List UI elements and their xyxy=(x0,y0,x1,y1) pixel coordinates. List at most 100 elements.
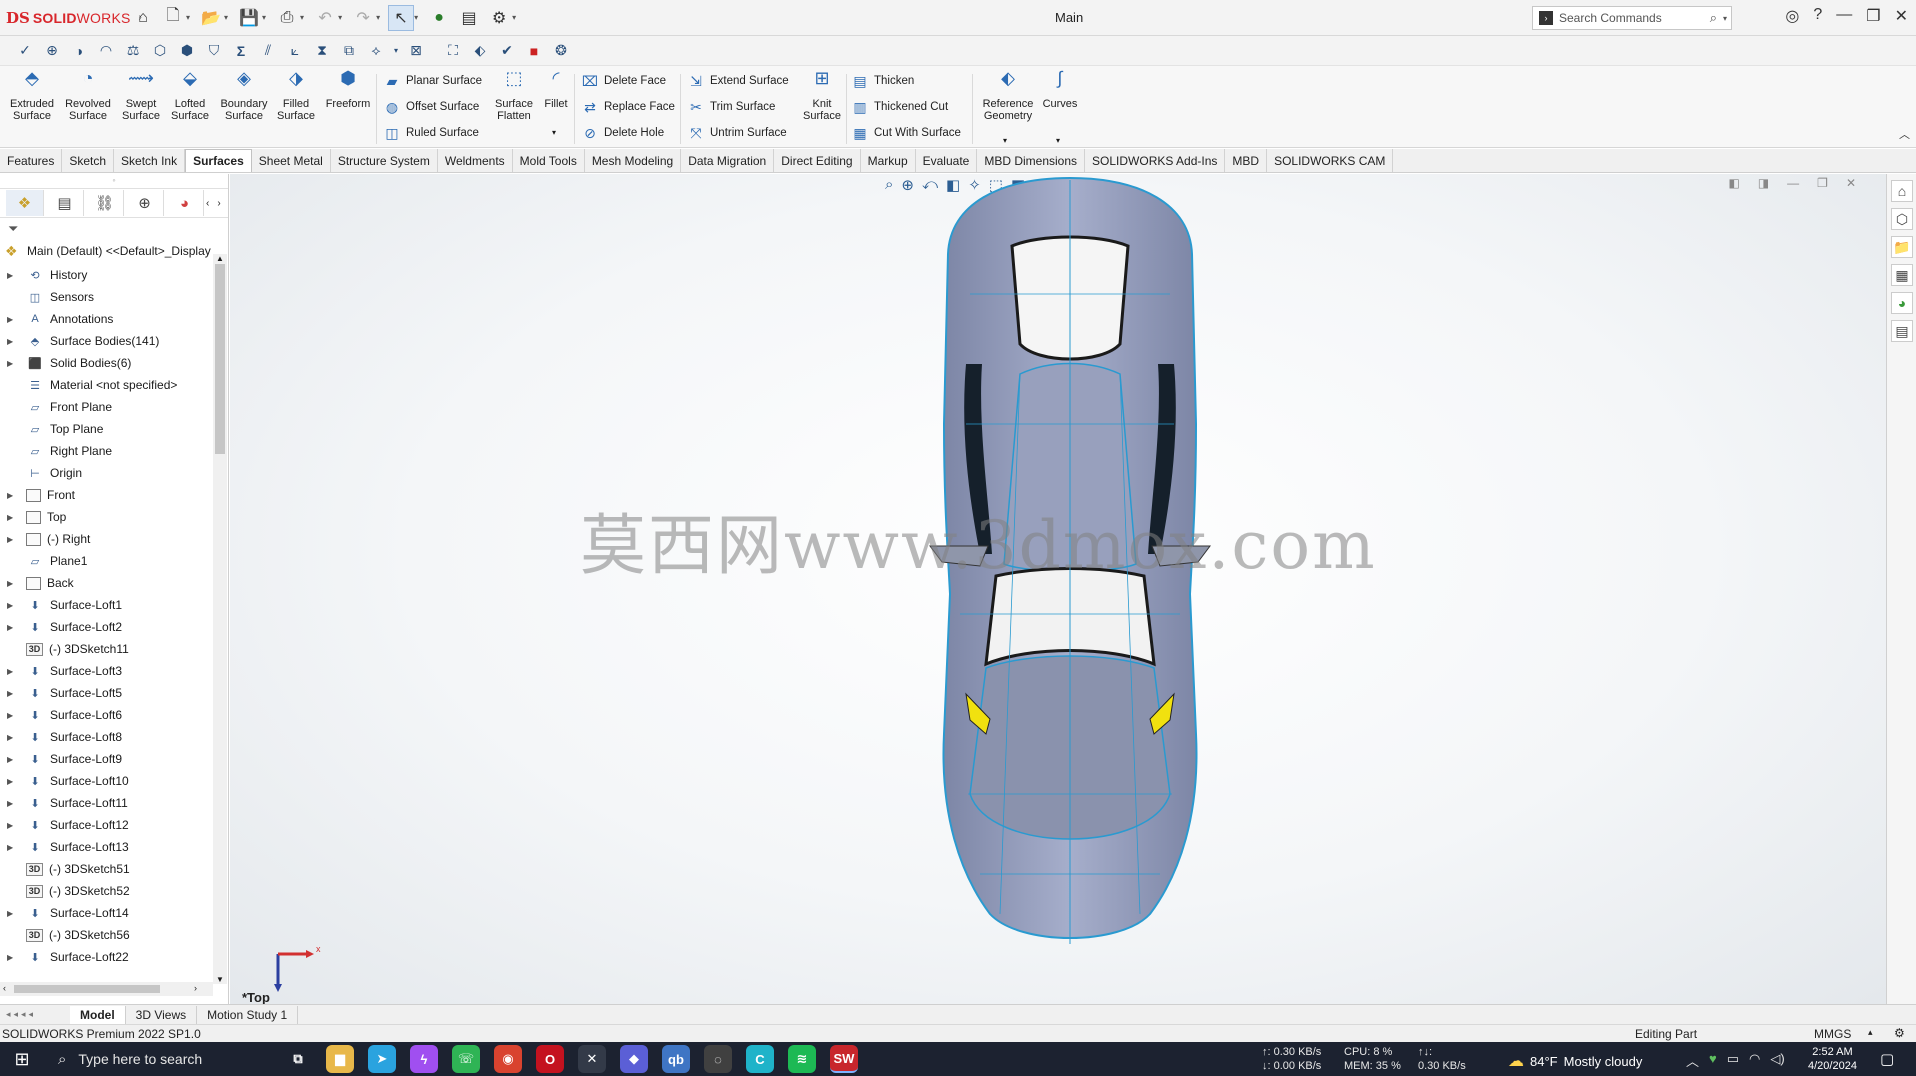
tree-item[interactable]: ▱ Top Plane xyxy=(0,418,213,440)
traffic-light-icon[interactable]: ● xyxy=(426,5,452,31)
save-dropdown-icon[interactable]: ▾ xyxy=(262,13,266,22)
select-dropdown-icon[interactable]: ▾ xyxy=(414,13,418,22)
expand-arrow-icon[interactable]: ▶ xyxy=(0,667,14,676)
measure-icon[interactable]: ⊠ xyxy=(405,40,427,62)
costing-icon[interactable]: ■ xyxy=(523,40,545,62)
xbox-icon[interactable]: ✕ xyxy=(578,1045,606,1073)
redo-icon[interactable]: ↷ xyxy=(350,5,376,31)
expand-arrow-icon[interactable]: ▶ xyxy=(0,777,14,786)
tree-item[interactable]: 3D (-) 3DSketch51 xyxy=(0,858,213,880)
tab-data-migration[interactable]: Data Migration xyxy=(681,149,775,172)
tab-weldments[interactable]: Weldments xyxy=(438,149,513,172)
tabs-left-arrow-icon[interactable]: ‹ xyxy=(206,198,209,209)
canva-icon[interactable]: C xyxy=(746,1045,774,1073)
trim-surface-button[interactable]: ✂ Trim Surface xyxy=(686,96,775,118)
tab-features[interactable]: Features xyxy=(0,149,63,172)
curves-dropdown-icon[interactable]: ▾ xyxy=(1056,136,1060,145)
curves-button[interactable]: ∫ Curves xyxy=(1036,69,1084,110)
solidworks-resources-icon[interactable]: ⌂ xyxy=(1891,180,1913,202)
status-settings-icon[interactable]: ⚙ xyxy=(1894,1026,1905,1040)
tree-item[interactable]: ▶ ⬇ Surface-Loft9 xyxy=(0,748,213,770)
viewport-close-icon[interactable]: ✕ xyxy=(1846,176,1856,190)
interference-icon[interactable]: ⛶ xyxy=(442,40,464,62)
tab-evaluate[interactable]: Evaluate xyxy=(916,149,978,172)
notifications-icon[interactable]: ▢ xyxy=(1880,1050,1894,1068)
expand-arrow-icon[interactable]: ▶ xyxy=(0,535,14,544)
design-checker-icon[interactable]: ✔ xyxy=(496,40,518,62)
solidworks-app-icon[interactable]: SW xyxy=(830,1045,858,1073)
volume-icon[interactable]: ◁) xyxy=(1770,1051,1784,1070)
tree-item[interactable]: 3D (-) 3DSketch11 xyxy=(0,638,213,660)
unit-system-selector[interactable]: MMGS xyxy=(1814,1027,1851,1041)
filter-icon[interactable]: ⏷ xyxy=(0,218,228,240)
spotify-icon[interactable]: ≋ xyxy=(788,1045,816,1073)
tree-item[interactable]: 3D (-) 3DSketch52 xyxy=(0,880,213,902)
expand-arrow-icon[interactable]: ▶ xyxy=(0,909,14,918)
extend-surface-button[interactable]: ⇲ Extend Surface xyxy=(686,70,789,92)
equations-icon[interactable]: Σ xyxy=(230,40,252,62)
chrome-icon[interactable]: ◉ xyxy=(494,1045,522,1073)
qbittorrent-icon[interactable]: qb xyxy=(662,1045,690,1073)
tree-item[interactable]: ▶ ⬇ Surface-Loft1 xyxy=(0,594,213,616)
tree-item[interactable]: ▶ Back xyxy=(0,572,213,594)
tab-solidworks-cam[interactable]: SOLIDWORKS CAM xyxy=(1267,149,1394,172)
swept-surface-button[interactable]: ⟿ Swept Surface xyxy=(116,69,166,122)
expand-arrow-icon[interactable]: ▶ xyxy=(0,315,14,324)
expand-arrow-icon[interactable]: ▶ xyxy=(0,337,14,346)
tab-sheet-metal[interactable]: Sheet Metal xyxy=(252,149,331,172)
replace-face-button[interactable]: ⇄ Replace Face xyxy=(580,96,675,118)
task-view-icon[interactable]: ⧉ xyxy=(284,1045,312,1073)
solidworks-logo[interactable]: DS SOLIDWORKS › xyxy=(0,9,142,27)
surface-flatten-button[interactable]: ⬚ Surface Flatten xyxy=(490,69,538,122)
tree-item[interactable]: ▶ ⬇ Surface-Loft8 xyxy=(0,726,213,748)
thicken-button[interactable]: ▤ Thicken xyxy=(850,70,914,92)
freeform-button[interactable]: ⬢ Freeform xyxy=(322,69,374,110)
lofted-surface-button[interactable]: ⬙ Lofted Surface xyxy=(164,69,216,122)
ruled-surface-button[interactable]: ◫ Ruled Surface xyxy=(382,122,479,144)
import-diagnostics-icon[interactable]: ⛉ xyxy=(203,40,225,62)
boundary-surface-button[interactable]: ◈ Boundary Surface xyxy=(216,69,272,122)
redo-dropdown-icon[interactable]: ▾ xyxy=(376,13,380,22)
open-folder-icon[interactable]: 📂 xyxy=(198,5,224,31)
zoom-area-icon[interactable]: ⊕ xyxy=(41,40,63,62)
tree-item[interactable]: ▶ ⬇ Surface-Loft2 xyxy=(0,616,213,638)
tree-item[interactable]: ▶ ⬇ Surface-Loft3 xyxy=(0,660,213,682)
tree-item[interactable]: ▶ ⬇ Surface-Loft22 xyxy=(0,946,213,968)
tab-navigation-arrows-icon[interactable]: ◂◂◂◂ xyxy=(0,1009,70,1020)
scroll-left-icon[interactable]: ‹ xyxy=(3,983,6,993)
panel-grip[interactable]: ◦ xyxy=(0,174,228,188)
new-dropdown-icon[interactable]: ▾ xyxy=(186,13,190,22)
display-manager-tab-icon[interactable]: ◕ xyxy=(166,190,204,216)
planar-surface-button[interactable]: ▰ Planar Surface xyxy=(382,70,482,92)
save-icon[interactable]: 💾 xyxy=(236,5,262,31)
expand-arrow-icon[interactable]: ▶ xyxy=(0,953,14,962)
expand-arrow-icon[interactable]: ▶ xyxy=(0,711,14,720)
ruled-surface-dropdown-icon[interactable]: ▾ xyxy=(552,128,556,137)
expand-arrow-icon[interactable]: ▶ xyxy=(0,623,14,632)
print-dropdown-icon[interactable]: ▾ xyxy=(300,13,304,22)
print-icon[interactable]: ⎙ xyxy=(274,5,300,31)
symmetry-check-icon[interactable]: ⧗ xyxy=(311,40,333,62)
tree-horizontal-scrollbar[interactable]: ‹ › xyxy=(0,982,213,996)
windows-start-icon[interactable]: ⊞ xyxy=(0,1042,44,1076)
tab-3d-views[interactable]: 3D Views xyxy=(126,1005,198,1024)
viewport-tile-right-icon[interactable]: ◨ xyxy=(1758,176,1769,190)
delete-hole-button[interactable]: ⊘ Delete Hole xyxy=(580,122,664,144)
filled-surface-button[interactable]: ⬗ Filled Surface xyxy=(270,69,322,122)
draft-analysis-icon[interactable]: ⟀ xyxy=(284,40,306,62)
tab-mbd-dimensions[interactable]: MBD Dimensions xyxy=(977,149,1086,172)
tree-item[interactable]: 3D (-) 3DSketch56 xyxy=(0,924,213,946)
tree-item[interactable]: ▱ Front Plane xyxy=(0,396,213,418)
security-tray-icon[interactable]: ♥ xyxy=(1709,1051,1717,1070)
tab-mbd[interactable]: MBD xyxy=(1225,149,1268,172)
file-properties-icon[interactable]: ▤ xyxy=(456,5,482,31)
tab-surfaces[interactable]: Surfaces xyxy=(185,149,252,172)
telegram-icon[interactable]: ➤ xyxy=(368,1045,396,1073)
minimize-icon[interactable]: — xyxy=(1836,6,1852,26)
viewport-minimize-icon[interactable]: — xyxy=(1787,176,1799,190)
zebra-stripes-icon[interactable]: ⫽ xyxy=(257,40,279,62)
graphics-viewport[interactable]: ⌕ ⊕ ⤺ ◧ ✧ ⬚ ◩ ◉ ◕ ◓ ▭ ◧ ◨ — ❐ ✕ xyxy=(230,174,1886,1004)
file-explorer-pane-icon[interactable]: 📁 xyxy=(1891,236,1913,258)
tree-item[interactable]: ▶ A Annotations xyxy=(0,308,213,330)
spell-check-icon[interactable]: ✓ xyxy=(14,40,36,62)
